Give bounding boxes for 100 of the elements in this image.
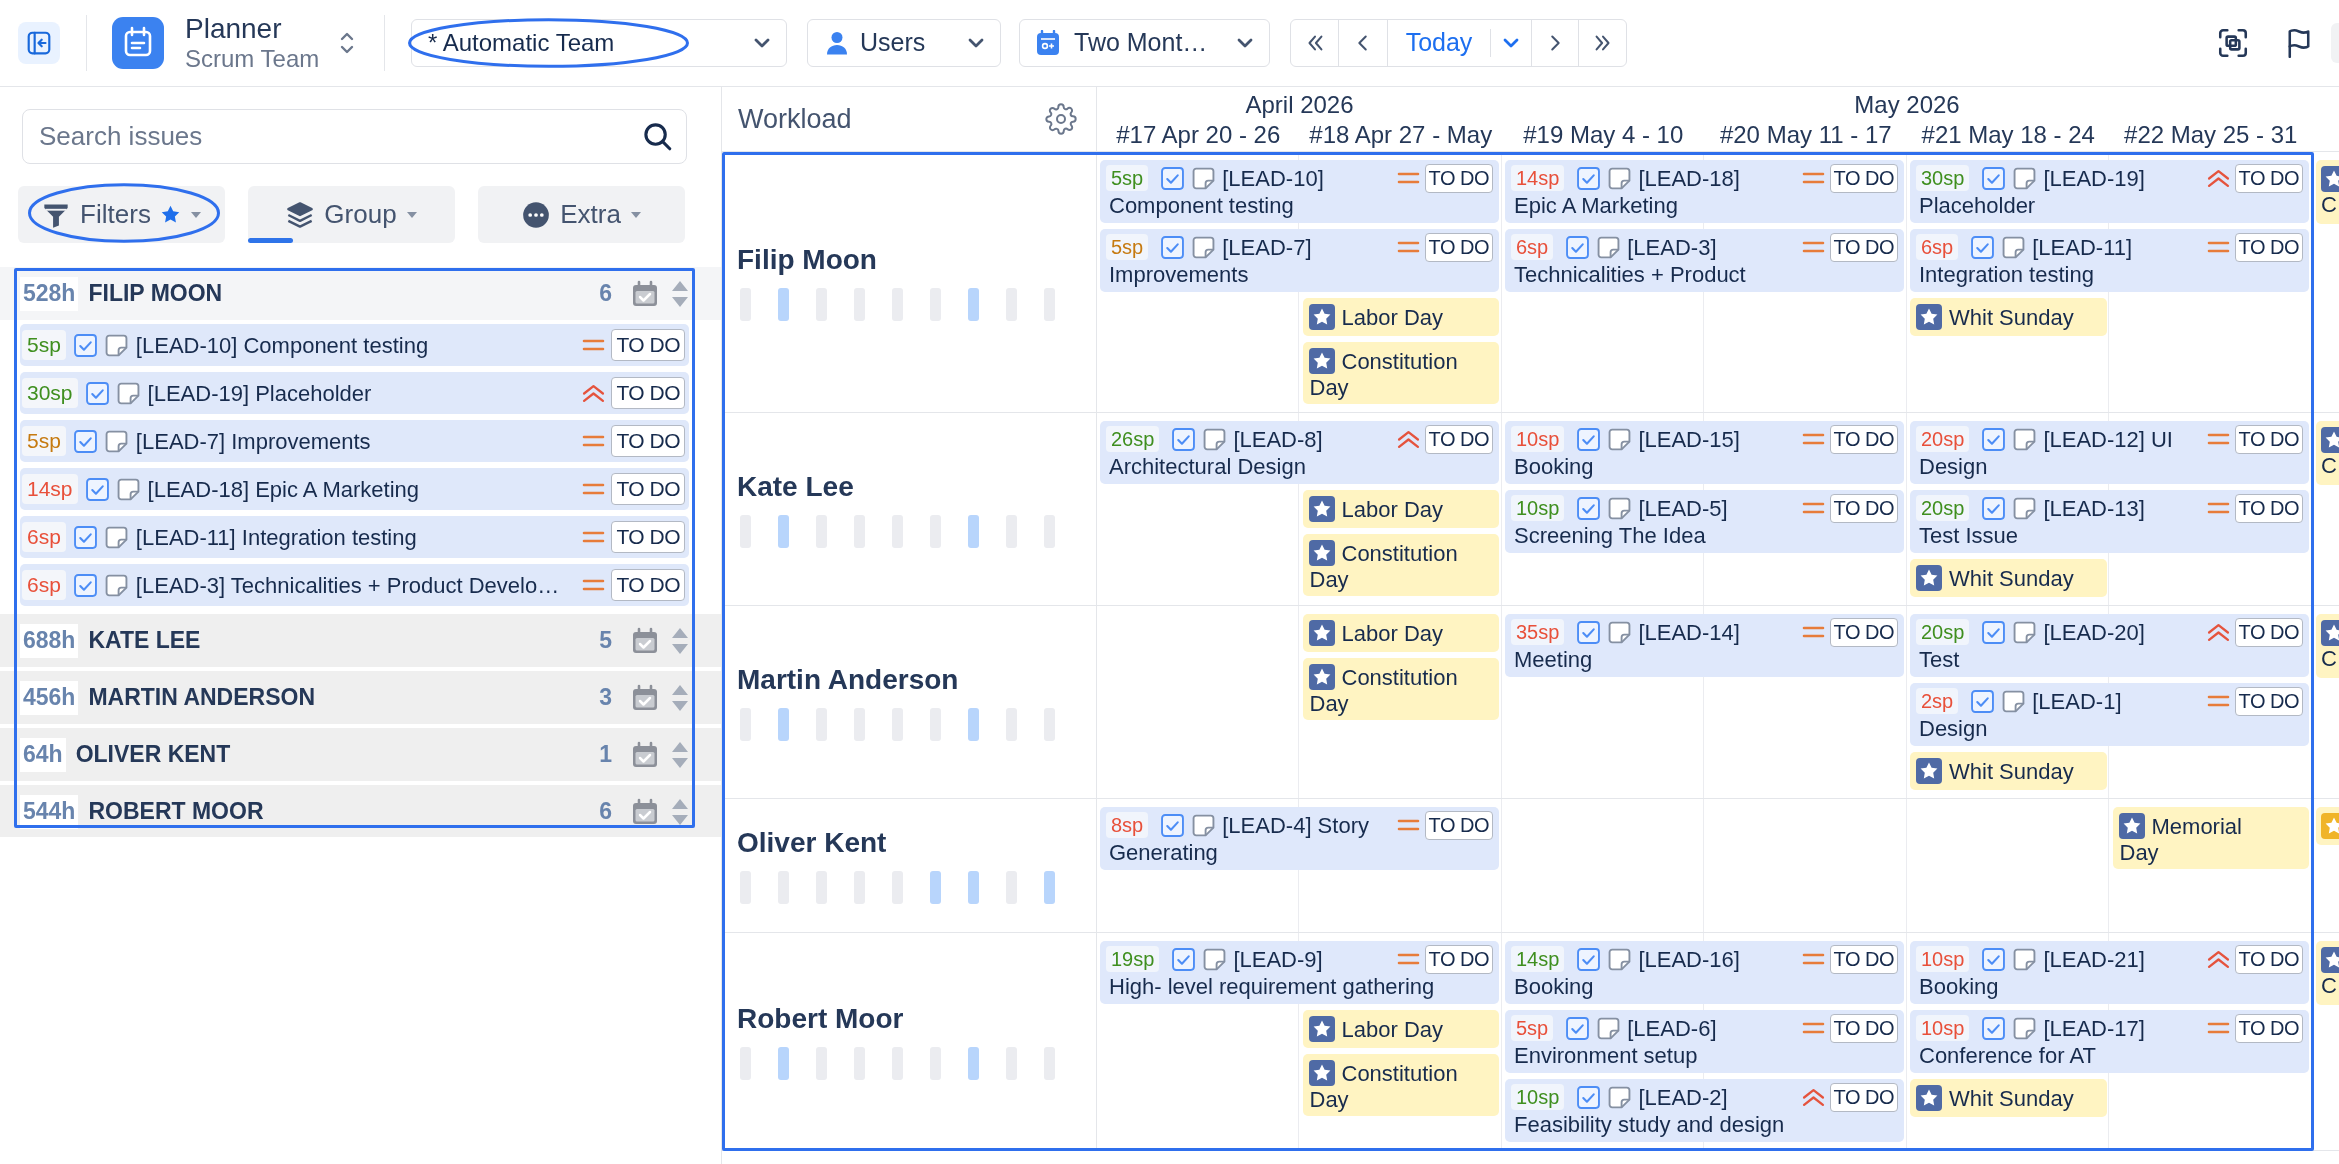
task-checkbox-icon [73,333,97,357]
issue-title-line: [LEAD-2] [1638,1083,1728,1112]
task-checkbox-icon [1172,947,1196,971]
issue-title-line: Environment setup [1513,1043,1698,1069]
story-points-badge: 10sp [1511,426,1565,452]
issue-card[interactable]: 10sp [LEAD-5] TO DO Screening The Idea [1505,490,1904,553]
task-checkbox-icon [73,573,97,597]
holiday-name: Day [1308,1088,1349,1112]
issue-card[interactable]: 20sp [LEAD-20] TO DO Test [1910,614,2309,677]
team-select[interactable]: * Automatic Team [411,19,787,67]
story-points-badge: 10sp [1511,1084,1565,1110]
issue-card[interactable]: 20sp [LEAD-12] UI TO DO Design [1910,421,2309,484]
priority-high-icon [1801,1087,1825,1107]
issue-card[interactable]: 2sp [LEAD-1] TO DO Design [1910,683,2309,746]
issue-card[interactable]: 30sp [LEAD-19] TO DO Placeholder [1910,160,2309,223]
issue-card[interactable]: 10sp [LEAD-2] TO DO Feasibility study and design [1505,1079,1904,1142]
note-icon [1597,235,1621,259]
note-icon [2013,427,2037,451]
issue-title-line: High- level requirement gathering [1108,974,1435,1000]
note-icon [1608,427,1632,451]
settings-icon[interactable] [1045,103,1077,135]
issue-title-line: [LEAD-12] UI [2043,425,2173,454]
issue-card[interactable]: 5sp [LEAD-6] TO DO Environment setup [1505,1010,1904,1073]
users-select[interactable]: Users [807,19,1001,67]
person-group-header[interactable]: 544h ROBERT MOOR 6 [0,785,721,837]
issue-row[interactable]: 30sp [LEAD-19] Placeholder TO DO [20,372,689,414]
issue-card[interactable]: 20sp [LEAD-13] TO DO Test Issue [1910,490,2309,553]
calendar-check-icon[interactable] [631,797,659,826]
issue-count: 5 [599,626,612,656]
issue-card[interactable]: 10sp [LEAD-15] TO DO Booking [1505,421,1904,484]
filter-tab[interactable]: Extra [478,186,685,243]
issue-card[interactable]: 10sp [LEAD-17] TO DO Conference for AT [1910,1010,2309,1073]
person-icon [826,31,848,55]
task-checkbox-icon [1161,813,1185,837]
note-icon [1608,496,1632,520]
status-badge: TO DO [2234,163,2303,193]
issue-card[interactable]: 35sp [LEAD-14] TO DO Meeting [1505,614,1904,677]
task-checkbox-icon [1577,496,1601,520]
range-select[interactable]: Two Mont… [1019,19,1270,67]
issue-card[interactable]: 10sp [LEAD-21] TO DO Booking [1910,941,2309,1004]
note-icon [1608,166,1632,190]
issue-card[interactable]: 5sp [LEAD-7] TO DO Improvements [1100,229,1499,292]
person-group-header[interactable]: 456h MARTIN ANDERSON 3 [0,671,721,724]
calendar-check-icon[interactable] [631,683,659,712]
issue-title: [LEAD-10] Component testing [135,331,429,360]
person-group-header[interactable]: 688h KATE LEE 5 [0,614,721,667]
calendar-check-icon[interactable] [631,626,659,655]
issue-title: [LEAD-3] Technicalities + Product Develo… [135,571,560,600]
issue-card[interactable]: 6sp [LEAD-3] TO DO Technicalities + Product [1505,229,1904,292]
holiday-name: C [2321,646,2337,672]
story-points-badge: 8sp [1106,812,1149,838]
priority-medium-icon [582,578,606,592]
priority-medium-icon [582,530,606,544]
chevron-up-down-icon[interactable] [339,30,355,56]
sidebar-toggle-button[interactable] [18,22,60,64]
priority-medium-icon [1396,171,1420,185]
week-label: #21 May 18 - 24 [1921,121,2095,149]
star-icon [159,204,181,225]
story-points-badge: 14sp [1511,946,1565,972]
note-icon [1608,620,1632,644]
story-points-badge: 26sp [1106,426,1160,452]
issue-card[interactable]: 14sp [LEAD-18] TO DO Epic A Marketing [1505,160,1904,223]
issue-card[interactable]: 19sp [LEAD-9] TO DO High- level requirement gathering [1100,941,1499,1004]
issue-title: [LEAD-7] Improvements [135,427,371,456]
holiday-name: Whit Sunday [1949,757,2074,786]
note-icon [1192,813,1216,837]
issue-title: [LEAD-18] Epic A Marketing [147,475,419,504]
issue-card[interactable]: 8sp [LEAD-4] Story TO DO Generating [1100,807,1499,870]
person-group-header[interactable]: 528h FILIP MOON 6 [0,267,721,320]
issue-title-line: Design [1918,716,1988,742]
task-checkbox-icon [85,477,109,501]
issue-title-line: Improvements [1108,262,1249,288]
task-checkbox-icon [1982,496,2006,520]
issue-row[interactable]: 6sp [LEAD-11] Integration testing TO DO [20,516,689,558]
calendar-check-icon[interactable] [631,740,659,769]
issue-row[interactable]: 14sp [LEAD-18] Epic A Marketing TO DO [20,468,689,510]
search-field[interactable]: Search issues [22,109,687,164]
holiday-name: Labor Day [1341,303,1443,332]
hours-badge: 64h [20,737,66,772]
story-points-badge: 19sp [1106,946,1160,972]
calendar-check-icon[interactable] [631,279,659,308]
filter-tab[interactable]: Group [248,186,455,243]
issue-card[interactable]: 5sp [LEAD-10] TO DO Component testing [1100,160,1499,223]
status-badge: TO DO [2234,424,2303,454]
issue-row[interactable]: 6sp [LEAD-3] Technicalities + Product Develo… TO DO [20,564,689,606]
task-checkbox-icon [1566,1016,1590,1040]
selected-tab-indicator [248,238,293,243]
issue-card[interactable]: 26sp [LEAD-8] TO DO Architectural Design [1100,421,1499,484]
issue-card[interactable]: 14sp [LEAD-16] TO DO Booking [1505,941,1904,1004]
issue-row[interactable]: 5sp [LEAD-7] Improvements TO DO [20,420,689,462]
search-icon[interactable] [642,121,673,152]
filter-tab[interactable]: Filters [18,186,225,243]
issue-count: 6 [599,279,612,309]
caret-icon [630,211,641,218]
issue-row[interactable]: 5sp [LEAD-10] Component testing TO DO [20,324,689,366]
person-name: ROBERT MOOR [88,797,264,827]
focus-icon[interactable] [2216,26,2250,60]
holiday-name: C [2321,192,2337,218]
person-group-header[interactable]: 64h OLIVER KENT 1 [0,728,721,781]
issue-card[interactable]: 6sp [LEAD-11] TO DO Integration testing [1910,229,2309,292]
